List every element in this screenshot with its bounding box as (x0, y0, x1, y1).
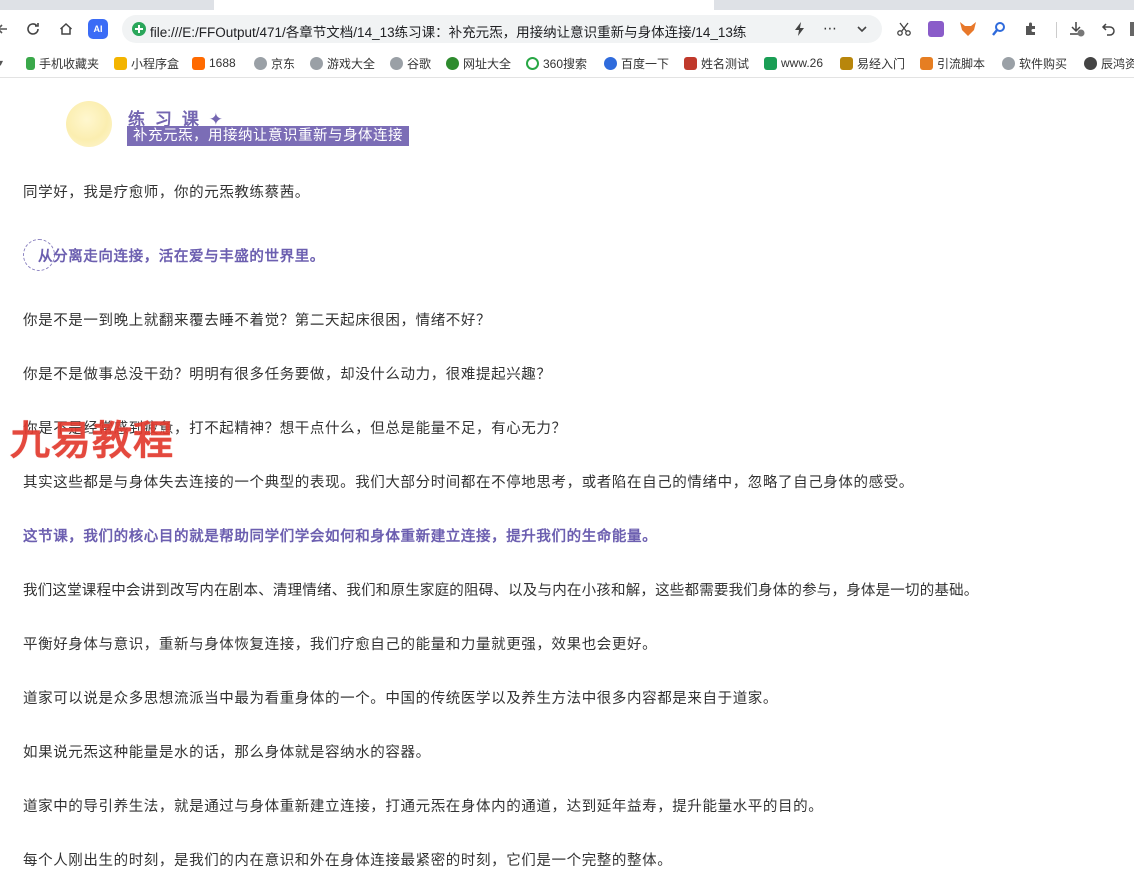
toolbar-divider (1056, 22, 1057, 38)
paragraph: 道家可以说是众多思想流派当中最为看重身体的一个。中国的传统医学以及养生方法中很多… (23, 691, 778, 707)
chevron-down-icon[interactable] (852, 19, 872, 39)
header-decoration-circle (66, 101, 112, 147)
baidu-paw-icon (604, 56, 617, 70)
1688-icon (192, 56, 205, 70)
site-info-icon[interactable] (132, 22, 146, 36)
ai-assistant-icon[interactable]: AI (88, 19, 108, 39)
paragraph: 我们这堂课程中会讲到改写内在剧本、清理情绪、我们和原生家庭的阻碍、以及与内在小孩… (23, 583, 979, 599)
bookmark-item[interactable]: 谷歌 (390, 55, 431, 71)
bookmark-item[interactable]: 游戏大全 (310, 55, 375, 71)
more-icon[interactable]: ⋯ (820, 19, 840, 39)
globe-icon (1002, 56, 1015, 70)
bookmark-item[interactable]: 辰鸿资 (1084, 55, 1134, 71)
paragraph: 平衡好身体与意识，重新与身体恢复连接，我们疗愈自己的能量和力量就更强，效果也会更… (23, 637, 658, 653)
menu-icon[interactable] (1124, 18, 1134, 40)
bookmark-item[interactable]: 易经入门 (840, 55, 905, 71)
bookmark-item[interactable]: 百度一下 (604, 55, 669, 71)
bookmark-item[interactable]: 1688 (192, 55, 236, 71)
browser-toolbar: AI file:///E:/FFOutput/471/各章节文档/14_13练习… (0, 10, 1134, 48)
highlight-paragraph: 这节课，我们的核心目的就是帮助同学们学会如何和身体重新建立连接，提升我们的生命能… (23, 529, 658, 545)
reload-icon[interactable] (22, 18, 44, 40)
paragraph: 如果说元炁这种能量是水的话，那么身体就是容纳水的容器。 (23, 745, 431, 761)
bookmark-item[interactable]: 京东 (254, 55, 295, 71)
yijing-icon (840, 56, 853, 70)
plus-icon (920, 56, 933, 70)
watermark-logo: 九易教程 (10, 418, 174, 464)
address-bar[interactable]: file:///E:/FFOutput/471/各章节文档/14_13练习课：补… (122, 15, 882, 43)
bookmark-site-icon (764, 56, 777, 70)
bookmark-item[interactable]: 引流脚本 (920, 55, 985, 71)
paragraph: 你是不是一到晚上就翻来覆去睡不着觉？第二天起床很困，情绪不好？ (23, 313, 492, 329)
magnifier-icon[interactable] (988, 18, 1010, 40)
paragraph: 每个人刚出生的时刻，是我们的内在意识和外在身体连接最紧密的时刻，它们是一个完整的… (23, 853, 673, 869)
bookmark-item[interactable]: 360搜索 (526, 55, 587, 71)
globe-icon (390, 56, 403, 70)
tab-strip (0, 0, 1134, 10)
download-icon[interactable] (1066, 18, 1088, 40)
home-icon[interactable] (55, 18, 77, 40)
fox-extension-icon[interactable] (957, 18, 979, 40)
extensions-puzzle-icon[interactable] (1020, 18, 1042, 40)
bookmarks-bar: ▾ 手机收藏夹 小程序盒 1688 京东 游戏大全 谷歌 网址大全 360搜索 … (0, 48, 1134, 78)
undo-icon[interactable] (1098, 18, 1120, 40)
bookmark-overflow-icon[interactable]: ▾ (0, 55, 3, 71)
bookmark-item[interactable]: 手机收藏夹 (26, 55, 99, 71)
bookmark-item[interactable]: 网址大全 (446, 55, 511, 71)
bookmark-item[interactable]: 小程序盒 (114, 55, 179, 71)
name-test-icon (684, 56, 697, 70)
360-search-icon (526, 56, 539, 70)
bookmark-item[interactable]: www.26 (764, 55, 823, 71)
bookmark-item[interactable]: 软件购买 (1002, 55, 1067, 71)
paragraph: 其实这些都是与身体失去连接的一个典型的表现。我们大部分时间都在不停地思考，或者陷… (23, 475, 914, 491)
url-text[interactable]: file:///E:/FFOutput/471/各章节文档/14_13练习课：补… (150, 21, 782, 41)
active-tab[interactable] (214, 0, 714, 10)
lightning-icon[interactable] (790, 19, 810, 39)
web-directory-icon (446, 56, 459, 70)
document-page: 练 习 课 ✦ 补充元炁，用接纳让意识重新与身体连接 同学好，我是疗愈师，你的元… (0, 79, 1134, 872)
paragraph: 你是不是做事总没干劲？明明有很多任务要做，却没什么动力，很难提起兴趣？ (23, 367, 552, 383)
gem-icon (1084, 56, 1097, 70)
lesson-subtitle: 补充元炁，用接纳让意识重新与身体连接 (127, 126, 409, 146)
globe-icon (310, 56, 323, 70)
globe-icon (254, 56, 267, 70)
scissors-icon[interactable] (893, 18, 915, 40)
translate-icon[interactable] (925, 18, 947, 40)
phone-icon (26, 56, 35, 70)
intro-paragraph: 同学好，我是疗愈师，你的元炁教练蔡茜。 (23, 185, 310, 201)
quote-text: 从分离走向连接，活在爱与丰盛的世界里。 (38, 249, 325, 265)
back-icon[interactable] (0, 18, 14, 40)
mini-program-icon (114, 56, 127, 70)
paragraph: 道家中的导引养生法，就是通过与身体重新建立连接，打通元炁在身体内的通道，达到延年… (23, 799, 824, 815)
bookmark-item[interactable]: 姓名测试 (684, 55, 749, 71)
